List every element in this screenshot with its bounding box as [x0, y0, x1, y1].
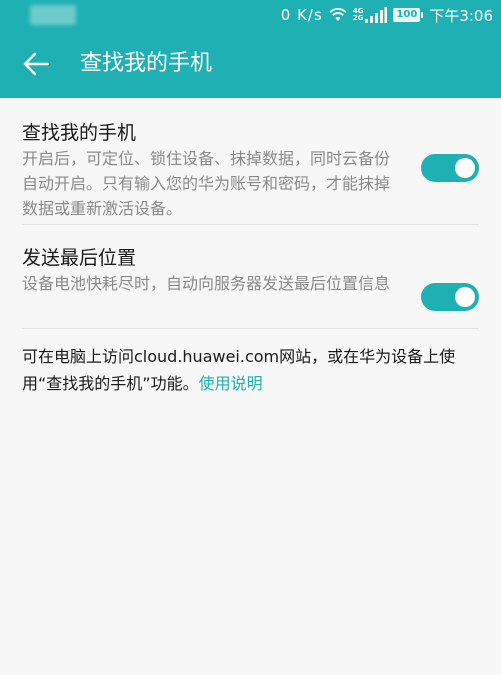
status-indicators: 0 K/s 4G 2G 100 下午3:06 — [281, 0, 493, 30]
page-title: 查找我的手机 — [80, 51, 213, 76]
send-last-location-toggle[interactable] — [421, 283, 479, 311]
setting-description: 开启后，可定位、锁住设备、抹掉数据，同时云备份自动开启。只有输入您的华为账号和密… — [22, 149, 391, 218]
status-time: 下午3:06 — [429, 6, 493, 25]
settings-list: 查找我的手机 开启后，可定位、锁住设备、抹掉数据，同时云备份自动开启。只有输入您… — [0, 98, 501, 329]
help-link[interactable]: 使用说明 — [199, 374, 263, 393]
setting-title: 发送最后位置 — [22, 247, 137, 269]
footer-note: 可在电脑上访问cloud.huawei.com网站，或在华为设备上使用“查找我的… — [22, 343, 482, 397]
network-speed: 0 K/s — [280, 6, 323, 24]
carrier-name-blurred — [30, 5, 76, 25]
cellular-signal: 4G 2G — [353, 7, 388, 23]
setting-send-last-location: 发送最后位置 设备电池快耗尽时，自动向服务器发送最后位置信息 — [22, 225, 479, 329]
setting-description: 设备电池快耗尽时，自动向服务器发送最后位置信息 — [22, 274, 391, 293]
toggle-knob — [455, 158, 475, 178]
wifi-icon — [329, 7, 347, 23]
back-arrow-icon[interactable] — [22, 50, 50, 78]
setting-title: 查找我的手机 — [22, 122, 137, 144]
app-bar: 查找我的手机 — [0, 30, 501, 98]
toggle-knob — [455, 287, 475, 307]
network-type-label: 4G 2G — [352, 7, 364, 22]
status-bar: 0 K/s 4G 2G 100 下午3:06 — [0, 0, 501, 30]
battery-icon: 100 — [393, 8, 424, 22]
setting-find-my-phone: 查找我的手机 开启后，可定位、锁住设备、抹掉数据，同时云备份自动开启。只有输入您… — [22, 98, 479, 225]
battery-level: 100 — [393, 8, 421, 22]
signal-bars-icon — [365, 7, 388, 23]
find-my-phone-toggle[interactable] — [421, 154, 479, 182]
